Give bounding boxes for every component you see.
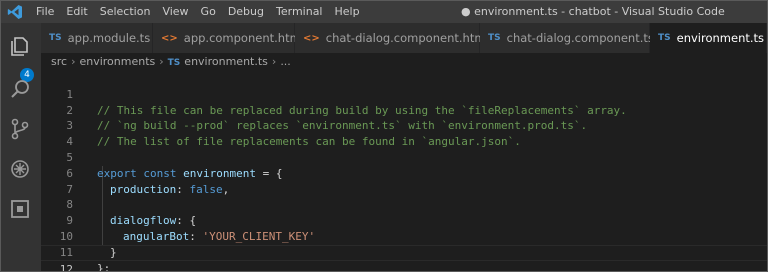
- code-line: 3 // The list of file replacements can b…: [41, 103, 767, 148]
- source-control-icon[interactable]: [8, 117, 32, 141]
- extensions-icon[interactable]: [8, 197, 32, 221]
- menu-bar: File Edit Selection View Go Debug Termin…: [30, 1, 366, 23]
- tab-app-module-ts[interactable]: TS app.module.ts ●: [41, 23, 167, 53]
- tab-label: app.component.html: [183, 31, 304, 45]
- code-line: 7: [41, 166, 767, 196]
- code-line: 1 // This file can be replaced during bu…: [41, 71, 767, 117]
- code-line: 8 dialogflow: {: [41, 182, 767, 227]
- typescript-file-icon: TS: [49, 33, 62, 43]
- menu-selection[interactable]: Selection: [94, 1, 157, 23]
- chevron-right-icon: ›: [159, 55, 164, 68]
- tab-chat-dialog-component-html[interactable]: <> chat-dialog.component.html ●: [295, 23, 505, 53]
- line-number: 12: [59, 262, 73, 272]
- html-file-icon: <>: [303, 32, 320, 44]
- breadcrumb: src › environments › TS environment.ts ›...: [41, 53, 767, 71]
- tab-label: chat-dialog.component.html: [325, 31, 489, 45]
- explorer-icon[interactable]: [8, 35, 32, 59]
- tab-environment-ts[interactable]: TS environment.ts ×: [650, 23, 767, 53]
- menu-view[interactable]: View: [156, 1, 194, 23]
- menu-debug[interactable]: Debug: [222, 1, 270, 23]
- tab-label: app.module.ts: [67, 31, 151, 45]
- menu-go[interactable]: Go: [195, 1, 222, 23]
- debug-icon[interactable]: [8, 157, 32, 181]
- menu-help[interactable]: Help: [329, 1, 366, 23]
- activity-bar: 4: [1, 23, 41, 271]
- code-line: 11 };: [41, 229, 767, 271]
- typescript-file-icon: TS: [167, 58, 181, 68]
- menu-terminal[interactable]: Terminal: [270, 1, 329, 23]
- code-line: 4: [41, 118, 767, 148]
- menu-file[interactable]: File: [30, 1, 60, 23]
- typescript-file-icon: TS: [658, 33, 671, 43]
- chevron-right-icon: ›: [71, 55, 76, 68]
- tab-app-component-html[interactable]: <> app.component.html ●: [153, 23, 321, 53]
- breadcrumb-src[interactable]: src: [51, 55, 67, 68]
- current-line[interactable]: 12: [41, 244, 767, 271]
- code-line: 6 production: false,: [41, 150, 767, 196]
- tab-label: environment.ts: [676, 31, 765, 45]
- vscode-logo-icon: [7, 5, 22, 19]
- html-file-icon: <>: [161, 32, 178, 44]
- breadcrumb-symbol[interactable]: ...: [280, 55, 291, 68]
- code-line: 10 }: [41, 213, 767, 259]
- code-editor[interactable]: 1 // This file can be replaced during bu…: [41, 71, 767, 271]
- menu-edit[interactable]: Edit: [60, 1, 93, 23]
- title-bar: File Edit Selection View Go Debug Termin…: [1, 1, 767, 23]
- breadcrumb-environments[interactable]: environments: [79, 55, 155, 68]
- window-title: ● environment.ts - chatbot - Visual Stud…: [461, 5, 725, 18]
- search-icon[interactable]: [8, 77, 32, 101]
- breadcrumb-file[interactable]: environment.ts: [184, 55, 268, 68]
- code-line: 9 angularBot: 'YOUR_CLIENT_KEY': [41, 197, 767, 243]
- tab-chat-dialog-component-ts[interactable]: TS chat-dialog.component.ts ●: [480, 23, 671, 53]
- chevron-right-icon: ›: [271, 55, 277, 68]
- tab-label: chat-dialog.component.ts: [506, 31, 654, 45]
- typescript-file-icon: TS: [488, 33, 501, 43]
- vscode-window: File Edit Selection View Go Debug Termin…: [0, 0, 768, 272]
- code-content: };: [97, 261, 111, 272]
- code-line: 5 export const environment = {: [41, 134, 767, 180]
- code-line: 2 // `ng build --prod` replaces `environ…: [41, 87, 767, 133]
- editor-tabs: TS app.module.ts ● <> app.component.html…: [41, 23, 767, 53]
